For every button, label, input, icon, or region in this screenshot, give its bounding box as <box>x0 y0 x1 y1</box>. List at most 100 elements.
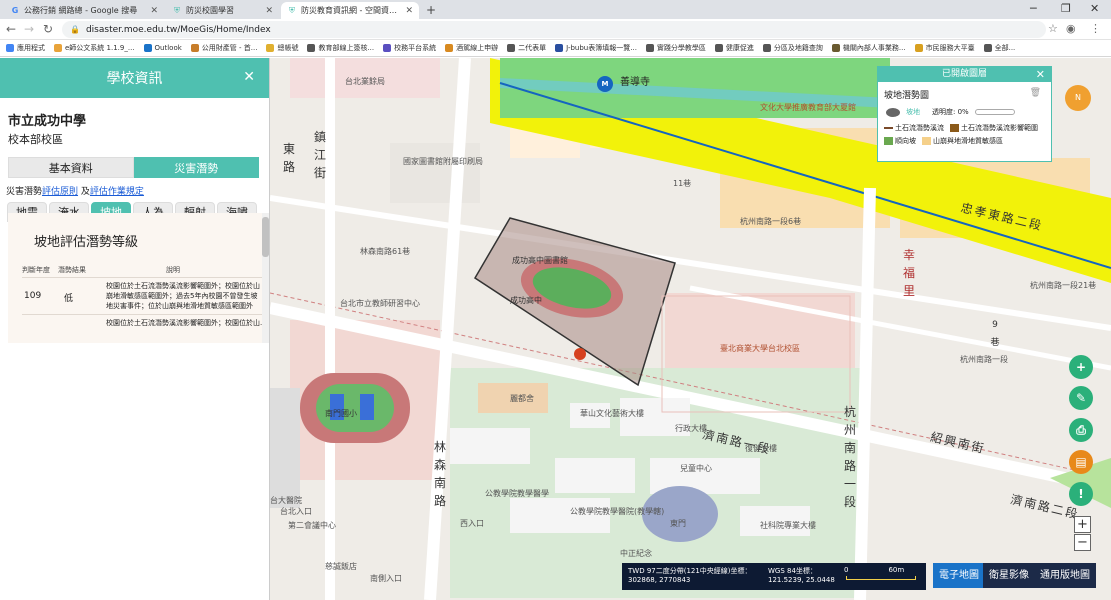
add-icon[interactable]: + <box>1069 355 1093 379</box>
bookmark-icon <box>762 44 771 52</box>
bookmark-item[interactable]: 教育部線上簽核... <box>307 43 374 53</box>
close-icon[interactable]: ✕ <box>1036 67 1045 82</box>
panel-title: 學校資訊 <box>106 71 163 87</box>
basemap-electronic-button[interactable]: 電子地圖 <box>933 563 985 588</box>
tab-basic-info[interactable]: 基本資料 <box>8 157 134 178</box>
mrt-station-icon[interactable]: M <box>597 76 613 92</box>
map-label: 行政大樓 <box>675 424 707 433</box>
browser-tabstrip: G 公務行銷 網路總 - Google 搜尋 ✕ ⛨ 防災校園學習 ✕ ⛨ 防災… <box>0 0 1111 19</box>
map-label: 杭州南路一段6巷 <box>740 217 802 226</box>
print-icon[interactable]: ⎙ <box>1069 418 1093 442</box>
map-label: 台北入口 <box>280 507 312 516</box>
map-label: 中正紀念 <box>620 549 652 558</box>
account-icon[interactable]: ◉ <box>1066 22 1076 35</box>
bookmark-item[interactable]: 校務平台系統 <box>383 43 436 53</box>
close-icon[interactable]: ✕ <box>150 6 158 16</box>
campus-name: 校本部校區 <box>8 133 63 146</box>
bookmark-item[interactable]: 總帳號 <box>266 43 298 53</box>
map-label: 麗都舍 <box>510 394 534 403</box>
bookmark-item[interactable]: 市民服務大平臺 <box>914 43 975 53</box>
bookmark-item[interactable]: 酒駕線上申辦 <box>445 43 498 53</box>
basemap-general-button[interactable]: 通用版地圖 <box>1034 563 1096 588</box>
minimize-icon[interactable]: ─ <box>1030 2 1037 15</box>
evaluation-rules-link[interactable]: 評估作業規定 <box>90 187 144 197</box>
info-icon[interactable]: ! <box>1069 482 1093 506</box>
bookmark-icon <box>445 44 454 52</box>
close-icon[interactable]: ✕ <box>405 6 413 16</box>
legend-swatch <box>950 124 959 132</box>
bookmark-icon <box>555 44 564 52</box>
map-label: 復健大樓 <box>745 444 777 453</box>
new-tab-button[interactable]: + <box>426 3 436 17</box>
close-icon[interactable]: ✕ <box>265 6 273 16</box>
forward-icon[interactable]: → <box>24 22 34 36</box>
bookmark-icon <box>645 44 654 52</box>
menu-icon[interactable]: ⋮ <box>1090 22 1101 35</box>
bookmark-item[interactable]: J-bubu表簿填報一覽... <box>555 43 637 53</box>
browser-tab-school[interactable]: ⛨ 防災校園學習 ✕ <box>166 2 279 19</box>
star-icon[interactable]: ☆ <box>1048 22 1058 35</box>
hazard-table: 判斷年度 潛勢結果 說明 109 低 校園位於土石流潛勢溪流影響範圍外；校園位於… <box>22 263 262 327</box>
bookmark-item[interactable]: 實踐分學教學區 <box>645 43 706 53</box>
map-label: 善導寺 <box>620 77 650 88</box>
eye-icon[interactable] <box>886 107 900 117</box>
tab-title: 防災校園學習 <box>186 6 234 15</box>
map-label: 公教學院教學醫學 <box>485 489 549 498</box>
legend-item: 山崩與地滑地質敏感區 <box>922 136 1003 146</box>
opacity-row: 坡地 透明度: 0% <box>886 107 1051 117</box>
book-icon[interactable]: ▤ <box>1069 450 1093 474</box>
bookmark-item[interactable]: 機關內部人事業務... <box>831 43 906 53</box>
reload-icon[interactable]: ↻ <box>43 22 53 36</box>
back-icon[interactable]: ← <box>6 22 16 36</box>
evaluation-principle-link[interactable]: 評估原則 <box>42 187 78 197</box>
bookmark-icon <box>54 44 62 52</box>
map-label: 林森南路61巷 <box>360 247 411 256</box>
window-close-icon[interactable]: ✕ <box>1090 2 1099 15</box>
panel-scrollbar[interactable] <box>262 213 269 343</box>
area-label: 幸福里 <box>902 248 915 298</box>
bookmark-item[interactable]: 分區及地籍查詢 <box>762 43 823 53</box>
bookmark-item[interactable]: 應用程式 <box>6 43 45 53</box>
map-label: 南門國小 <box>325 409 357 418</box>
opacity-slider[interactable] <box>974 109 1015 115</box>
bookmark-item[interactable]: Outlook <box>143 44 182 52</box>
tab-hazard[interactable]: 災害潛勢 <box>133 157 259 178</box>
legend-header: 已開啟圖層 ✕ <box>878 67 1051 82</box>
bookmark-icon <box>383 44 392 52</box>
bookmark-item[interactable]: 全部... <box>983 43 1015 53</box>
pencil-icon[interactable]: ✎ <box>1069 386 1093 410</box>
info-tabs: 基本資料 災害潛勢 <box>8 157 259 178</box>
bookmark-item[interactable]: 公用財產管 - 首... <box>190 43 257 53</box>
bookmark-icon <box>714 44 723 52</box>
zoom-out-button[interactable]: − <box>1074 534 1091 551</box>
legend-item: 土石流潛勢溪流 <box>884 123 944 133</box>
hazard-title: 坡地評估潛勢等級 <box>34 235 139 250</box>
trash-icon[interactable]: 🗑 <box>1030 88 1041 101</box>
tab-title: 防災教育資訊網 - 空間資訊系統 <box>301 6 401 15</box>
scrollbar-thumb[interactable] <box>262 217 269 257</box>
google-icon: G <box>11 5 19 15</box>
restore-icon[interactable]: ❐ <box>1061 2 1071 15</box>
map-label: 杭州南路一段21巷 <box>1030 281 1097 290</box>
basemap-satellite-button[interactable]: 衛星影像 <box>983 563 1035 588</box>
map-canvas[interactable]: 台北業餘局 善導寺 文化大學推廣教育部大夏館 鎮江街 東路 國家圖書館附屬印刷局… <box>270 58 1111 600</box>
bookmark-item[interactable]: 二代表單 <box>507 43 546 53</box>
browser-tab-disaster-gis[interactable]: ⛨ 防災教育資訊網 - 空間資訊系統 ✕ <box>281 2 419 19</box>
close-icon[interactable]: ✕ <box>243 69 255 85</box>
bookmark-item[interactable]: 健康促進 <box>714 43 754 53</box>
table-row: 109 低 校園位於土石流潛勢溪流影響範圍外；校園位於山崩地滑敏感區範圍外；過去… <box>22 277 262 314</box>
hazard-links: 災害潛勢評估原則 及評估作業規定 <box>6 187 144 197</box>
zoom-in-button[interactable]: + <box>1074 516 1091 533</box>
lock-icon: 🔒 <box>70 25 80 34</box>
scale-bar <box>846 576 916 580</box>
legend-swatch <box>884 137 893 145</box>
map-label: 西入口 <box>460 519 484 528</box>
map-label: 慈誠飯店 <box>325 562 357 571</box>
compass-icon[interactable]: N <box>1065 85 1091 111</box>
bookmark-item[interactable]: e師公文系統 1.1.9_... <box>54 43 135 53</box>
shield-icon: ⛨ <box>174 5 180 15</box>
address-bar[interactable]: 🔒 disaster.moe.edu.tw/MoeGis/Home/Index <box>62 21 1046 38</box>
browser-tab-google[interactable]: G 公務行銷 網路總 - Google 搜尋 ✕ <box>4 2 164 19</box>
school-marker[interactable] <box>574 348 586 360</box>
map-label: 華山文化藝術大樓 <box>580 409 644 418</box>
